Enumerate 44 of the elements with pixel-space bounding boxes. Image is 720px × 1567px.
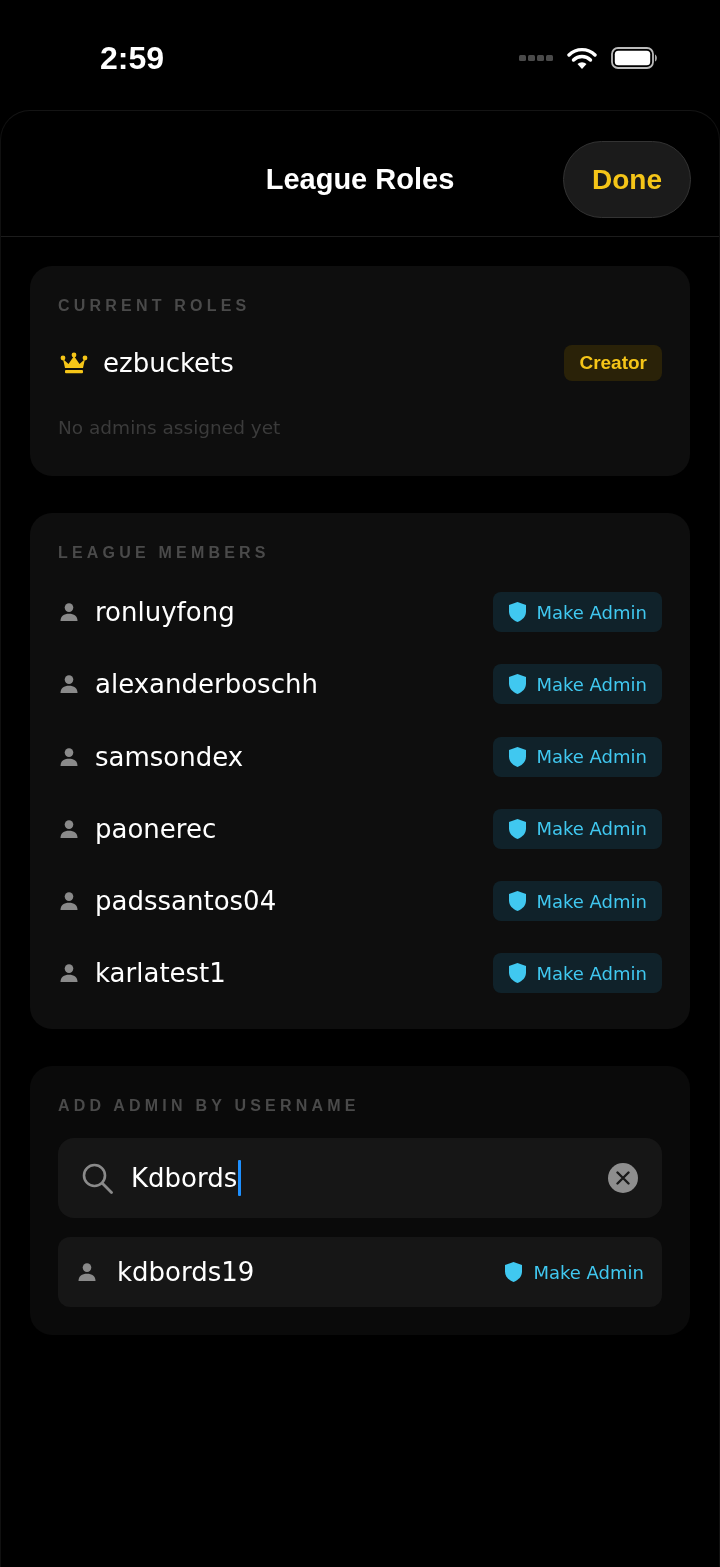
signal-dots-icon — [519, 55, 553, 61]
shield-icon — [509, 963, 527, 984]
shield-icon — [509, 674, 527, 695]
shield-icon — [509, 818, 527, 839]
make-admin-button[interactable]: Make Admin — [493, 808, 662, 849]
make-admin-button[interactable]: Make Admin — [493, 881, 662, 922]
section-heading: CURRENT ROLES — [58, 296, 251, 316]
shield-icon — [505, 1262, 523, 1283]
shield-icon — [509, 746, 527, 767]
status-time: 2:59 — [100, 39, 165, 78]
battery-icon — [611, 47, 658, 69]
make-admin-button[interactable]: Make Admin — [493, 953, 662, 994]
wifi-icon — [567, 47, 597, 69]
make-admin-button[interactable]: Make Admin — [493, 664, 662, 705]
close-icon — [616, 1171, 630, 1186]
username: ronluyfong — [95, 597, 235, 627]
shield-icon — [509, 891, 527, 912]
search-text: Kdbords — [131, 1163, 238, 1194]
section-heading: LEAGUE MEMBERS — [58, 543, 270, 563]
screen-title: League Roles — [265, 163, 455, 196]
username: padssantos04 — [95, 886, 277, 917]
person-icon — [60, 964, 78, 983]
person-icon — [60, 892, 78, 911]
person-icon — [60, 603, 78, 621]
search-field[interactable]: Kdbords — [58, 1138, 662, 1219]
search-icon — [82, 1163, 113, 1194]
shield-icon — [509, 602, 527, 622]
make-admin-button[interactable]: Make Admin — [505, 1252, 644, 1293]
username: ezbuckets — [103, 348, 234, 378]
username: alexanderboschh — [95, 669, 318, 700]
username: paonerec — [95, 813, 217, 844]
username: karlatest1 — [95, 958, 226, 989]
person-icon — [60, 675, 78, 694]
section-heading: ADD ADMIN BY USERNAME — [58, 1096, 360, 1117]
make-admin-button[interactable]: Make Admin — [493, 736, 662, 777]
person-icon — [60, 819, 78, 838]
done-button[interactable]: Done — [563, 141, 691, 218]
role-badge: Creator — [564, 345, 662, 381]
person-icon — [78, 1263, 96, 1282]
username: kdbords19 — [117, 1257, 255, 1288]
person-icon — [60, 747, 78, 766]
clear-button[interactable] — [608, 1163, 638, 1194]
username: samsondex — [95, 741, 244, 772]
make-admin-button[interactable]: Make Admin — [493, 592, 662, 632]
